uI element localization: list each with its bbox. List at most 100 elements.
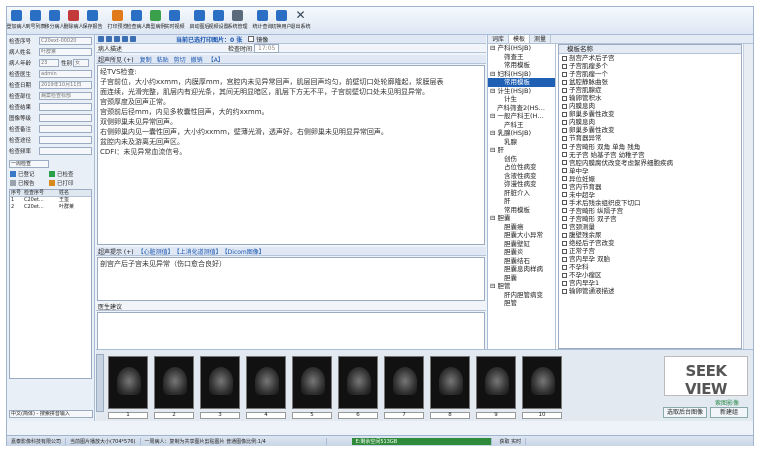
tree-node[interactable]: 胆囊大小异常 — [488, 231, 555, 240]
checkbox-icon[interactable] — [562, 55, 567, 61]
tree-node[interactable]: ⊟ 一般产科王(H... — [488, 112, 555, 121]
field-input[interactable]: 23 — [39, 58, 59, 67]
template-item[interactable]: 节育器异常 — [559, 134, 741, 142]
col-name[interactable]: 姓名 — [59, 190, 91, 196]
table-row[interactable]: 1 C20et... 王玺 — [10, 197, 91, 204]
checkbox-icon[interactable] — [562, 248, 567, 254]
ultrasound-thumbnail[interactable] — [430, 356, 470, 409]
toolbar-button-12[interactable]: 系统管理 — [228, 7, 248, 35]
toolbar-button-6[interactable]: 打印预览 — [108, 7, 128, 35]
tree-node[interactable]: 胆囊炎 — [488, 248, 555, 257]
checkbox-icon[interactable] — [562, 240, 567, 246]
field-input[interactable] — [39, 113, 92, 122]
toolbar-button-8[interactable]: 典型病例 — [146, 7, 166, 35]
tree-node[interactable]: 胆囊壁缸 — [488, 240, 555, 249]
template-item[interactable]: 子宫畸形 双角 单角 残角 — [559, 143, 741, 151]
tree-node[interactable]: ⊟ 肝 — [488, 146, 555, 155]
template-item[interactable]: 宫内早孕 双胎 — [559, 255, 741, 263]
template-item[interactable]: 子宫畸形 纵隔子宫 — [559, 207, 741, 215]
checkbox-icon[interactable] — [562, 224, 567, 230]
tree-node[interactable]: 筛查王 — [488, 53, 555, 62]
toolbar-button-14[interactable]: 切换用户 — [272, 7, 292, 35]
ultrasound-thumbnail[interactable] — [246, 356, 286, 409]
col-exam-no[interactable]: 检查序号 — [24, 190, 59, 196]
prev-icon[interactable] — [106, 36, 112, 42]
template-item[interactable]: 单中孕 — [559, 167, 741, 175]
checkbox-icon[interactable] — [562, 184, 567, 190]
field-input[interactable]: admin — [39, 69, 92, 78]
template-item[interactable]: 子宫肌瘤一个 — [559, 70, 741, 78]
fetch-bg-image-button[interactable]: 选取后台图像 — [663, 407, 707, 418]
checkbox-icon[interactable] — [562, 176, 567, 182]
template-item[interactable]: 绝经后子宫改变 — [559, 239, 741, 247]
checkbox-icon[interactable] — [562, 135, 567, 141]
tree-node[interactable]: 计生 — [488, 95, 555, 104]
filter-select[interactable]: 一周检查 — [9, 159, 49, 168]
tree-node[interactable]: ⊟ 乳腺(HSJB) — [488, 129, 555, 138]
checkbox-icon[interactable] — [562, 63, 567, 69]
checkbox-icon[interactable] — [562, 111, 567, 117]
template-item[interactable]: 未中超孕 — [559, 191, 741, 199]
checkbox-icon[interactable] — [562, 168, 567, 174]
gi-measure-link[interactable]: 【上消化道测值】 — [174, 247, 222, 256]
tab-template[interactable]: 模板 — [509, 35, 531, 43]
tree-node[interactable]: 胆管 — [488, 299, 555, 308]
new-group-button[interactable]: 新建组 — [710, 407, 748, 418]
tree-node[interactable]: 含液性病变 — [488, 172, 555, 181]
patient-list[interactable]: 序号 检查序号 姓名 1 C20et... 王玺 2 C20et... 叶群莱 — [9, 189, 92, 379]
toolbar-button-2[interactable]: 到号列表 — [26, 7, 46, 35]
cut-button[interactable]: 剪切 — [174, 55, 186, 64]
field-input[interactable] — [39, 102, 92, 111]
findings-textarea[interactable]: 经TVS检查: 子宫前位，大小约xxmm，内膜厚mm，宫腔内未见异常回声，肌层回声… — [97, 65, 485, 245]
checkbox-icon[interactable] — [562, 119, 567, 125]
language-select[interactable]: 中文(简体) - 搜索拼音输入 — [9, 409, 93, 418]
checkbox-icon[interactable] — [562, 144, 567, 150]
tree-node[interactable]: 胆囊息肉样病 — [488, 265, 555, 274]
ultrasound-thumbnail[interactable] — [476, 356, 516, 409]
template-item[interactable]: 正常子宫 — [559, 247, 741, 255]
checkbox-icon[interactable] — [562, 71, 567, 77]
tree-node[interactable]: 胆囊 — [488, 274, 555, 283]
field-input[interactable] — [39, 135, 92, 144]
template-item[interactable]: 宫颈测量 — [559, 223, 741, 231]
template-item[interactable]: 子宫肌瘤多个 — [559, 62, 741, 70]
checkbox-icon[interactable] — [562, 200, 567, 206]
template-tree[interactable]: ⊟ 产科(HSJB) 筛查王 常用模板 ⊟ 妇科(HSJB) 常用模板 ⊟ 计生(HSJB… — [488, 44, 556, 349]
tree-node[interactable]: 产科王 — [488, 121, 555, 130]
checkbox-icon[interactable] — [562, 160, 567, 166]
template-item[interactable]: 异位妊娠 — [559, 175, 741, 183]
checkbox-icon[interactable] — [562, 272, 567, 278]
template-item[interactable]: 宫腔内膜腐伏改变考虑絮界细胞疾病 — [559, 159, 741, 167]
tree-node[interactable]: 产科筛查2(HS... — [488, 104, 555, 113]
template-item[interactable]: 宫内节育器 — [559, 183, 741, 191]
checkbox-icon[interactable] — [562, 256, 567, 262]
tree-node[interactable]: ⊟ 胆管 — [488, 282, 555, 291]
field-input[interactable]: 2019年10月11日 — [39, 80, 92, 89]
advice-textarea[interactable] — [97, 312, 485, 350]
checkbox-icon[interactable] — [562, 264, 567, 270]
conclusion-textarea[interactable]: 剖宫产后子宫未见异常（伤口愈合良好） — [97, 257, 485, 301]
checkbox-icon[interactable] — [562, 127, 567, 133]
template-list[interactable]: 模板名称 剖宫产术后子宫 子宫肌瘤多个 子宫肌瘤一个 盆腔静脉曲张 子宫肌腺症 输卵管积水… — [558, 44, 742, 349]
template-item[interactable]: 输卵管通液描述 — [559, 287, 741, 295]
dicom-link[interactable]: 【Dicom图像】 — [222, 247, 265, 256]
next-icon[interactable] — [114, 36, 120, 42]
tree-node[interactable]: 肝 — [488, 197, 555, 206]
checkbox-icon[interactable] — [562, 87, 567, 93]
tree-node[interactable]: 肝脏介入 — [488, 189, 555, 198]
toolbar-button-13[interactable]: 统计查询 — [253, 7, 273, 35]
toolbar-button-15[interactable]: ✕ 退出系统 — [291, 7, 311, 35]
field-input[interactable]: 叶群莱 — [39, 47, 92, 56]
tree-node[interactable]: ⊟ 计生(HSJB) — [488, 87, 555, 96]
tree-node[interactable]: 胆囊癌 — [488, 223, 555, 232]
gender-select[interactable]: 女 — [73, 58, 90, 67]
first-icon[interactable] — [98, 36, 104, 42]
template-item[interactable]: 无子宫 始基子宫 幼稚子宫 — [559, 151, 741, 159]
tree-node[interactable]: 占位性病变 — [488, 163, 555, 172]
template-scrollbar[interactable] — [743, 44, 753, 349]
special-char-button[interactable]: 【A】 — [208, 55, 224, 64]
checkbox-icon[interactable] — [562, 232, 567, 238]
tree-node[interactable]: 常用模板 — [488, 78, 555, 87]
tree-node[interactable]: ⊟ 妇科(HSJB) — [488, 70, 555, 79]
checkbox-icon[interactable] — [562, 192, 567, 198]
